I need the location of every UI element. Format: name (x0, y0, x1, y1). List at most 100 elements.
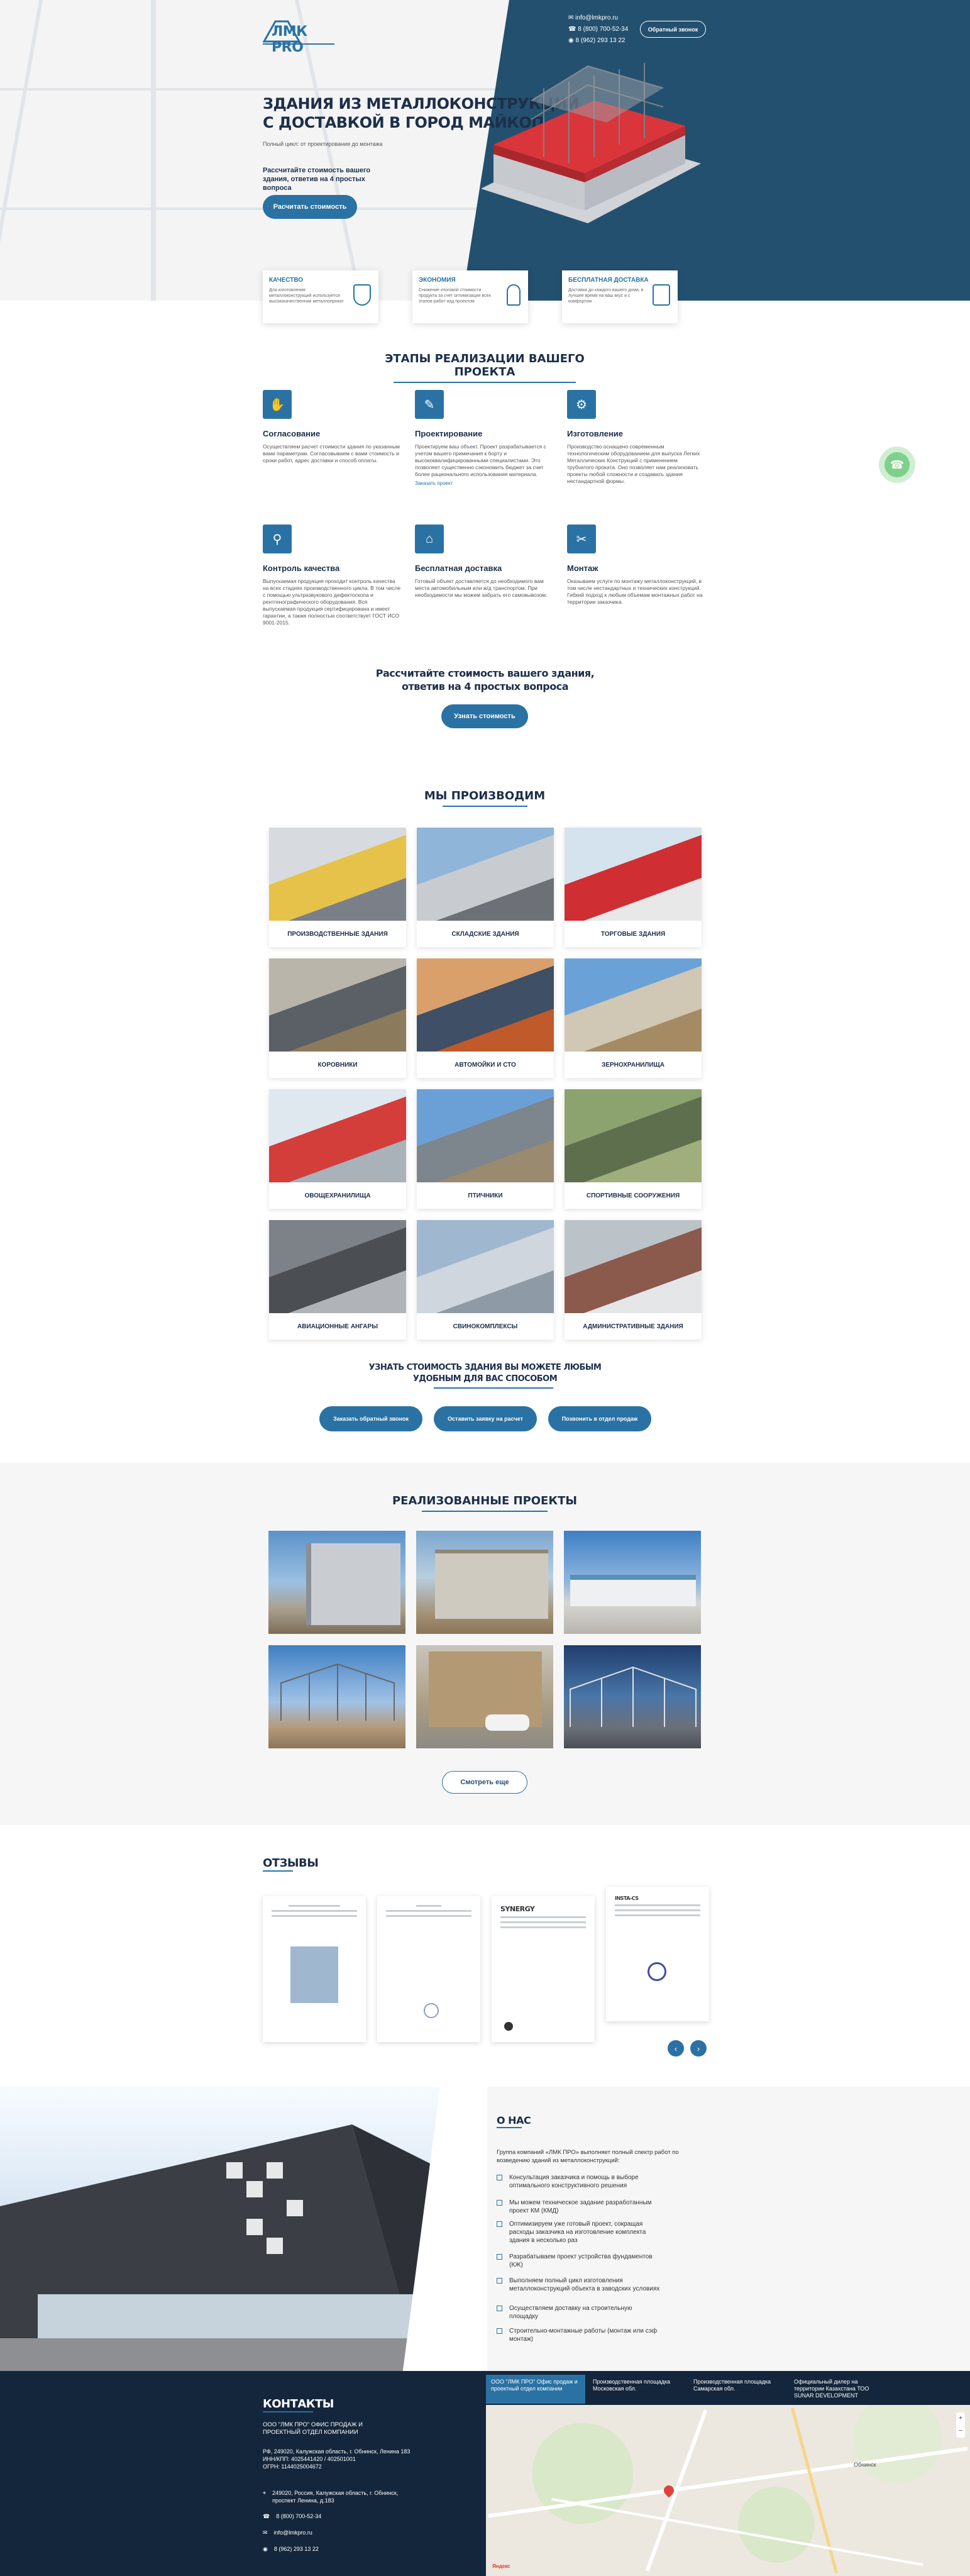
phone-text: 8 (800) 700-52-34 (276, 2513, 322, 2519)
letter-line (500, 1926, 586, 1928)
letter-logo: INSTA-CS (615, 1896, 639, 1901)
office-tab-moscow[interactable]: Производственная площадка Московская обл… (588, 2375, 685, 2404)
stage-title: Проектирование (415, 429, 483, 438)
stage-text: Готовый объект доставляется до необходим… (415, 578, 548, 598)
mail-icon: ✉ (263, 2529, 268, 2536)
checkbox-icon (497, 2175, 502, 2180)
contact-email[interactable]: ✉ info@lmkpro.ru (263, 2529, 312, 2536)
product-card[interactable]: АВИАЦИОННЫЕ АНГАРЫ (269, 1220, 406, 1340)
logo[interactable]: ЛМК PRO (262, 16, 336, 55)
stage-text: Осуществляем расчет стоимости здания по … (263, 443, 400, 464)
letter-line (386, 1910, 471, 1912)
office-tab-kazakhstan[interactable]: Официальный дилер на территории Казахста… (789, 2375, 890, 2404)
about-list-item: Разрабатываем проект устройства фундамен… (497, 2253, 660, 2269)
contact-phone[interactable]: ☎ 8 (800) 700-52-34 (263, 2513, 321, 2520)
order-callback-button[interactable]: Заказать обратный звонок (319, 1406, 422, 1431)
about-list-item: Консультация заказчика и помощь в выборе… (497, 2174, 660, 2190)
whatsapp-icon: ◉ (263, 2546, 268, 2552)
see-more-button[interactable]: Смотреть еще (442, 1771, 527, 1794)
product-card[interactable]: АДМИНИСТРАТИВНЫЕ ЗДАНИЯ (565, 1220, 702, 1340)
map-city-label: Обнинск (854, 2462, 876, 2468)
phone-text: 8 (962) 293 13 22 (575, 37, 626, 44)
company-legal: РФ, 249020, Калужская область, г. Обнинс… (263, 2448, 451, 2470)
yandex-map[interactable]: Обнинск + − Яндекс (486, 2405, 970, 2576)
review-letter[interactable]: INSTA-CS (606, 1887, 709, 2021)
email-text: info@lmkpro.ru (575, 14, 619, 21)
product-card[interactable]: СПОРТИВНЫЕ СООРУЖЕНИЯ (565, 1089, 702, 1209)
project-photo[interactable] (268, 1645, 405, 1748)
product-card[interactable]: ПТИЧНИКИ (417, 1089, 554, 1209)
feature-card-quality: Качество Для изготовления металлоконстру… (263, 270, 378, 323)
phone-icon: ☎ (263, 2513, 270, 2519)
about-building-photo (0, 2087, 487, 2375)
handshake-icon: ✋ (263, 390, 292, 419)
call-sales-button[interactable]: Позвонить в отдел продаж (548, 1406, 651, 1431)
product-card[interactable]: ОВОЩЕХРАНИЛИЩА (269, 1089, 406, 1209)
product-card[interactable]: СКЛАДСКИЕ ЗДАНИЯ (417, 828, 554, 947)
get-cost-button[interactable]: Узнать стоимость (441, 704, 528, 728)
frame-structure-icon (280, 1663, 395, 1721)
legal-line: РФ, 249020, Калужская область, г. Обнинс… (263, 2448, 411, 2455)
project-photo[interactable] (268, 1531, 405, 1634)
product-photo (417, 1220, 554, 1313)
magnifier-icon: ⚲ (263, 525, 292, 553)
review-letter[interactable]: SYNERGY (492, 1896, 595, 2042)
review-letter[interactable] (377, 1896, 480, 2042)
project-building (306, 1543, 400, 1625)
project-photo[interactable] (416, 1645, 553, 1748)
product-photo (417, 1089, 554, 1182)
project-photo[interactable] (564, 1531, 701, 1634)
legal-line: ОГРН: 1144025004672 (263, 2463, 322, 2470)
project-photo[interactable] (416, 1531, 553, 1634)
product-label: ЗЕРНОХРАНИЛИЩА (602, 1062, 664, 1069)
clipboard-icon (653, 284, 670, 306)
office-tab-samara[interactable]: Производственная площадка Самарская обл. (688, 2375, 783, 2404)
order-project-link[interactable]: Заказать проект (415, 480, 553, 486)
legal-line: ИНН/КПП: 4025441420 / 402501001 (263, 2456, 356, 2462)
product-card[interactable]: СВИНОКОМПЛЕКСЫ (417, 1220, 554, 1340)
company-name: ООО "ЛМК ПРО" ОФИС ПРОДАЖ И ПРОЕКТНЫЙ ОТ… (263, 2421, 363, 2436)
callback-button[interactable]: Обратный звонок (640, 21, 706, 38)
product-label: СПОРТИВНЫЕ СООРУЖЕНИЯ (586, 1192, 680, 1199)
stage-title: Изготовление (567, 429, 624, 438)
calc-heading-line: ответив на 4 простых вопроса (401, 680, 569, 692)
review-letter[interactable] (263, 1896, 366, 2042)
calculate-cost-button[interactable]: Расчитать стоимость (263, 195, 357, 219)
next-arrow-icon[interactable]: › (690, 2040, 707, 2057)
stage-text: Производство оснащено современным технол… (567, 443, 700, 484)
phone-icon: ☎ (885, 452, 910, 477)
office-tab-obninsk[interactable]: ООО "ЛМК ПРО" Офис продаж и проектный от… (486, 2375, 585, 2404)
project-photo[interactable] (564, 1645, 701, 1748)
product-card[interactable]: ТОРГОВЫЕ ЗДАНИЯ (565, 828, 702, 947)
product-photo (565, 1220, 702, 1313)
hero-section: ЛМК PRO ✉ info@lmkpro.ru ☎ 8 (800) 700-5… (0, 0, 970, 301)
steel-frame-bg (0, 88, 503, 91)
checkbox-icon (497, 2200, 502, 2206)
product-card[interactable]: ПРОИЗВОДСТВЕННЫЕ ЗДАНИЯ (269, 828, 406, 947)
leave-request-button[interactable]: Оставить заявку на расчет (434, 1406, 537, 1431)
about-item-text: Выполняем полный цикл изготовления метал… (509, 2277, 660, 2292)
stage-manufacturing: ⚙ Изготовление Производство оснащено совре… (567, 390, 705, 485)
product-photo (565, 958, 702, 1052)
header-phone2[interactable]: ◉ 8 (962) 293 13 22 (568, 37, 625, 44)
prev-arrow-icon[interactable]: ‹ (668, 2040, 684, 2057)
about-list-item: Выполняем полный цикл изготовления метал… (497, 2277, 660, 2293)
letter-line (272, 1915, 357, 1917)
product-label: СКЛАДСКИЕ ЗДАНИЯ (451, 931, 519, 938)
feature-text: Доставка до каждого вашего дома, в лучше… (568, 288, 644, 304)
mail-icon: ✉ (568, 14, 576, 21)
stage-text: Выпускаемая продукция проходит контроль … (263, 578, 401, 626)
product-card[interactable]: АВТОМОЙКИ И СТО (417, 958, 554, 1078)
product-card[interactable]: КОРОВНИКИ (269, 958, 406, 1078)
about-item-text: Оптимизируем уже готовый проект, сокраща… (509, 2221, 646, 2244)
feature-text: Для изготовления металлоконструкций испо… (269, 288, 344, 304)
contact-whatsapp[interactable]: ◉ 8 (962) 293 13 22 (263, 2546, 319, 2553)
about-item-text: Строительно-монтажные работы (монтаж или… (509, 2328, 658, 2343)
floating-call-button[interactable]: ☎ (879, 447, 915, 483)
contacts-title: КОНТАКТЫ (263, 2397, 334, 2411)
product-card[interactable]: ЗЕРНОХРАНИЛИЩА (565, 958, 702, 1078)
feature-title: Экономия (419, 277, 456, 284)
header-phone1[interactable]: ☎ 8 (800) 700-52-34 (568, 26, 628, 33)
header-email[interactable]: ✉ info@lmkpro.ru (568, 14, 618, 21)
map-zoom-control[interactable]: + − (956, 2412, 965, 2438)
